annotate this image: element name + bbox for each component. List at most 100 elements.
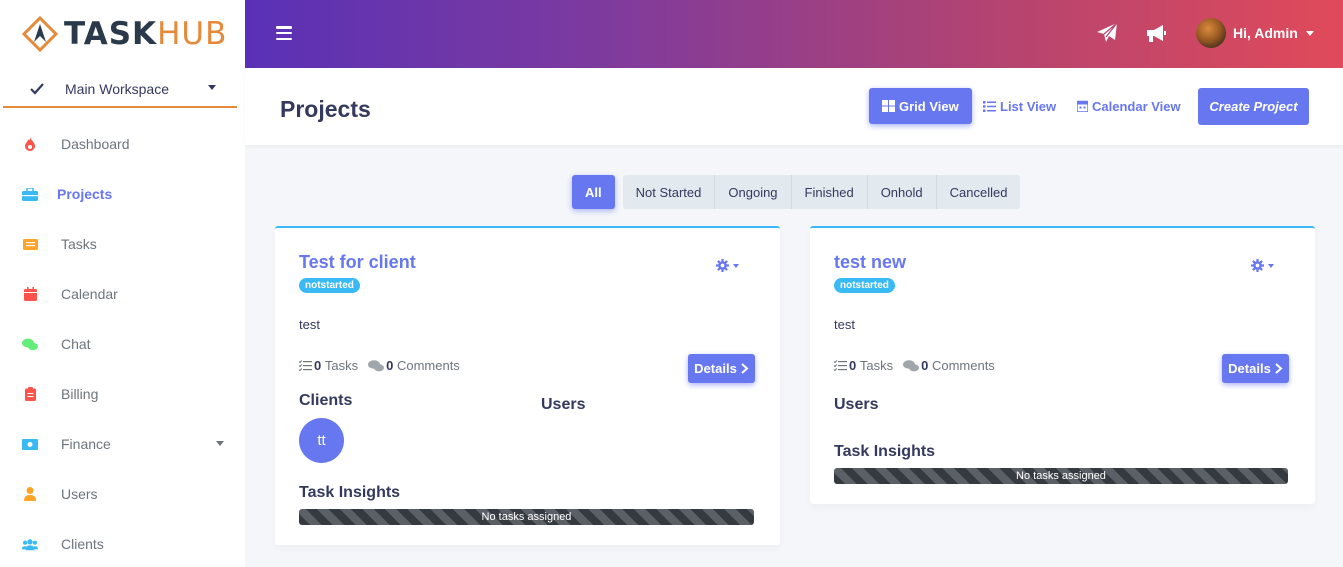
chevron-down-icon	[208, 85, 216, 90]
project-description: test	[834, 317, 855, 332]
tasks-count: 0	[849, 358, 857, 373]
gear-icon	[1251, 259, 1264, 272]
sidebar-item-chat[interactable]: Chat	[0, 319, 245, 369]
sidebar-item-label: Projects	[57, 186, 113, 202]
sidebar-item-calendar[interactable]: Calendar	[0, 269, 245, 319]
filter-group: Not Started Ongoing Finished Onhold Canc…	[622, 175, 1021, 209]
check-icon	[30, 83, 44, 95]
sidebar-item-label: Chat	[61, 336, 91, 352]
project-stats: 0 Tasks 0 Comments	[299, 358, 460, 373]
chevron-down-icon	[216, 441, 224, 446]
filter-finished[interactable]: Finished	[792, 175, 868, 209]
comments-count: 0	[386, 358, 394, 373]
create-project-button[interactable]: Create Project	[1198, 88, 1309, 125]
briefcase-icon	[22, 186, 38, 202]
calendar-icon	[22, 286, 38, 302]
sidebar-item-label: Tasks	[61, 236, 97, 252]
tasks-icon	[834, 360, 847, 371]
grid-view-button[interactable]: Grid View	[869, 88, 972, 124]
brand-name: TASKHUB	[64, 15, 228, 52]
tasks-label: Tasks	[324, 358, 359, 373]
project-stats: 0 Tasks 0 Comments	[834, 358, 995, 373]
task-progress-bar: No tasks assigned	[834, 468, 1288, 484]
avatar	[1196, 18, 1226, 48]
calendar-icon	[1077, 100, 1088, 112]
users-icon	[22, 536, 38, 552]
user-greeting: Hi, Admin	[1233, 25, 1298, 41]
details-button[interactable]: Details	[1222, 354, 1289, 383]
tasks-label: Tasks	[859, 358, 894, 373]
chevron-down-icon	[1305, 30, 1314, 36]
sidebar-item-label: Clients	[61, 536, 104, 552]
status-badge: notstarted	[834, 278, 895, 293]
chat-icon	[22, 336, 38, 352]
filter-all[interactable]: All	[572, 175, 615, 209]
money-icon	[22, 436, 38, 452]
sidebar-item-users[interactable]: Users	[0, 469, 245, 519]
filter-onhold[interactable]: Onhold	[868, 175, 937, 209]
details-label: Details	[694, 361, 737, 376]
menu-toggle-icon[interactable]	[276, 26, 292, 40]
task-insights-heading: Task Insights	[299, 484, 401, 501]
sidebar-item-label: Billing	[61, 386, 99, 402]
sidebar-item-projects[interactable]: Projects	[0, 169, 245, 219]
comments-label: Comments	[396, 358, 460, 373]
megaphone-icon[interactable]	[1145, 22, 1167, 44]
sidebar-menu: Dashboard Projects Tasks Calendar Chat B…	[0, 119, 245, 567]
details-button[interactable]: Details	[688, 354, 755, 383]
tasks-icon	[299, 360, 312, 371]
sidebar-item-dashboard[interactable]: Dashboard	[0, 119, 245, 169]
filter-ongoing[interactable]: Ongoing	[715, 175, 792, 209]
project-description: test	[299, 317, 320, 332]
filter-cancelled[interactable]: Cancelled	[937, 175, 1021, 209]
sidebar: TASKHUB Main Workspace Dashboard Project…	[0, 0, 245, 567]
brand-logo[interactable]: TASKHUB	[0, 0, 245, 68]
status-filter: All Not Started Ongoing Finished Onhold …	[572, 175, 1021, 209]
sidebar-item-label: Users	[61, 486, 98, 502]
workspace-selector[interactable]: Main Workspace	[3, 72, 237, 108]
task-insights-heading: Task Insights	[834, 443, 936, 460]
comments-label: Comments	[931, 358, 995, 373]
list-view-label: List View	[1000, 98, 1057, 114]
clipboard-icon	[22, 386, 38, 402]
project-title[interactable]: test new	[834, 252, 906, 273]
project-card: test new notstarted test 0 Tasks 0 Comme…	[810, 226, 1315, 504]
chevron-down-icon	[733, 263, 739, 268]
users-heading: Users	[834, 396, 879, 413]
sidebar-item-billing[interactable]: Billing	[0, 369, 245, 419]
list-icon	[22, 236, 38, 252]
project-settings[interactable]	[716, 259, 739, 272]
logo-icon	[21, 15, 59, 53]
tasks-count: 0	[314, 358, 322, 373]
workspace-label: Main Workspace	[65, 81, 170, 97]
project-card: Test for client notstarted test 0 Tasks …	[275, 226, 780, 545]
sidebar-item-label: Dashboard	[61, 136, 130, 152]
page-title: Projects	[280, 96, 371, 122]
user-menu[interactable]: Hi, Admin	[1196, 18, 1314, 48]
chevron-right-icon	[1275, 363, 1283, 374]
gear-icon	[716, 259, 729, 272]
sidebar-item-clients[interactable]: Clients	[0, 519, 245, 567]
clients-heading: Clients	[299, 392, 353, 409]
project-title[interactable]: Test for client	[299, 252, 416, 273]
sidebar-item-tasks[interactable]: Tasks	[0, 219, 245, 269]
top-navbar: Hi, Admin	[245, 0, 1343, 68]
client-avatar[interactable]: tt	[299, 418, 344, 463]
list-view-button[interactable]: List View	[970, 88, 1069, 124]
task-progress-bar: No tasks assigned	[299, 509, 754, 525]
chevron-down-icon	[1268, 263, 1274, 268]
list-icon	[983, 100, 996, 112]
page-header: Projects Grid View List View Calendar Vi…	[245, 68, 1343, 145]
details-label: Details	[1228, 361, 1271, 376]
calendar-view-label: Calendar View	[1092, 98, 1181, 114]
users-heading: Users	[541, 396, 586, 413]
sidebar-item-finance[interactable]: Finance	[0, 419, 245, 469]
paper-plane-icon[interactable]	[1096, 22, 1118, 44]
chevron-right-icon	[741, 363, 749, 374]
calendar-view-button[interactable]: Calendar View	[1064, 88, 1194, 124]
grid-view-label: Grid View	[899, 98, 959, 114]
status-badge: notstarted	[299, 278, 360, 293]
sidebar-item-label: Calendar	[61, 286, 118, 302]
filter-not-started[interactable]: Not Started	[623, 175, 716, 209]
project-settings[interactable]	[1251, 259, 1274, 272]
